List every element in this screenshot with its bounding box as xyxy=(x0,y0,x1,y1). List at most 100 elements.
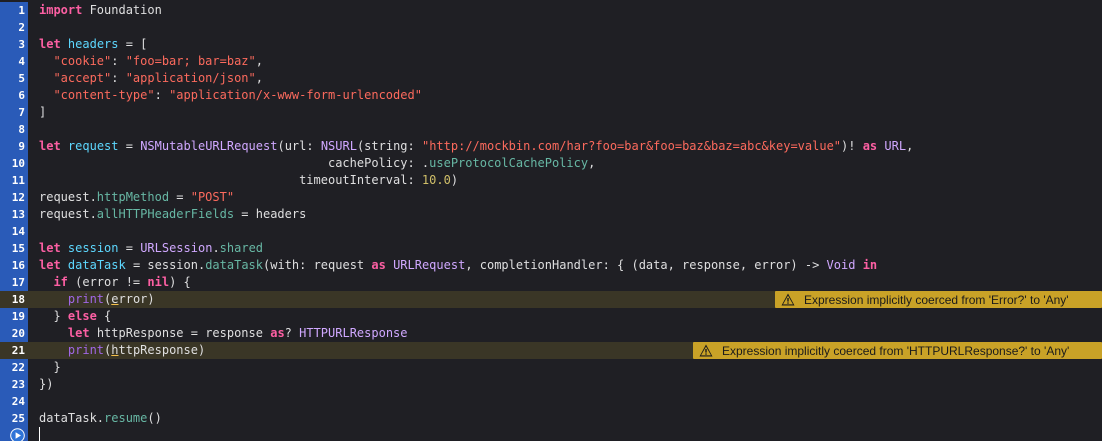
code-text[interactable]: "accept": "application/json", xyxy=(39,70,263,87)
code-token: : xyxy=(154,88,170,102)
line-number[interactable]: 20 xyxy=(0,325,25,342)
line-number[interactable]: 25 xyxy=(0,410,25,427)
code-line[interactable]: 6 "content-type": "application/x-www-for… xyxy=(0,87,1102,104)
run-marker-icon[interactable] xyxy=(10,428,25,441)
code-text[interactable]: print(httpResponse) xyxy=(39,342,205,359)
code-line[interactable]: 17 if (error != nil) { xyxy=(0,274,1102,291)
code-line[interactable]: 16 let dataTask = session.dataTask(with: … xyxy=(0,257,1102,274)
code-text[interactable]: }) xyxy=(39,376,53,393)
warning-banner[interactable]: Expression implicitly coerced from 'Erro… xyxy=(775,291,1102,308)
code-text[interactable]: "cookie": "foo=bar; bar=baz", xyxy=(39,53,263,70)
warning-banner[interactable]: Expression implicitly coerced from 'HTTP… xyxy=(693,342,1102,359)
code-text[interactable]: "content-type": "application/x-www-form-… xyxy=(39,87,421,104)
line-number[interactable]: 15 xyxy=(0,240,25,257)
code-token: headers xyxy=(67,37,119,51)
code-token: "cookie" xyxy=(53,54,112,68)
code-line[interactable]: 18 print(error) Expression implicitly coe… xyxy=(0,291,1102,308)
code-text[interactable]: } else { xyxy=(39,308,111,325)
code-line[interactable]: 9 let request = NSMutableURLRequest(url: … xyxy=(0,138,1102,155)
code-token: dataTask. xyxy=(39,411,105,425)
line-number[interactable]: 16 xyxy=(0,257,25,274)
code-line[interactable]: 7] xyxy=(0,104,1102,121)
code-text[interactable]: ] xyxy=(39,104,46,121)
line-number[interactable]: 19 xyxy=(0,308,25,325)
code-line[interactable]: 23}) xyxy=(0,376,1102,393)
code-text[interactable]: } xyxy=(39,359,60,376)
text-cursor xyxy=(39,427,40,441)
code-line[interactable]: 1 import Foundation xyxy=(0,2,1102,19)
code-line[interactable]: 4 "cookie": "foo=bar; bar=baz", xyxy=(0,53,1102,70)
line-number[interactable]: 10 xyxy=(0,155,25,172)
code-token: . xyxy=(212,241,220,255)
code-line[interactable]: 25 dataTask.resume() xyxy=(0,410,1102,427)
code-line[interactable]: 13 request.allHTTPHeaderFields = headers xyxy=(0,206,1102,223)
line-number[interactable]: 22 xyxy=(0,359,25,376)
line-number[interactable]: 14 xyxy=(0,223,25,240)
code-text[interactable]: let dataTask = session.dataTask(with: re… xyxy=(39,257,877,274)
code-line[interactable]: 21 print(httpResponse) Expression implici… xyxy=(0,342,1102,359)
code-line[interactable]: 5 "accept": "application/json", xyxy=(0,70,1102,87)
code-token: allHTTPHeaderFields xyxy=(96,207,235,221)
code-line[interactable]: 14 xyxy=(0,223,1102,240)
code-text[interactable]: timeoutInterval: 10.0) xyxy=(39,172,458,189)
code-token: URLRequest xyxy=(393,258,466,272)
code-text[interactable]: print(error) xyxy=(39,291,155,308)
code-text[interactable]: request.allHTTPHeaderFields = headers xyxy=(39,206,306,223)
line-number[interactable]: 21 xyxy=(0,342,25,359)
line-number[interactable]: 6 xyxy=(0,87,25,104)
code-text[interactable]: request.httpMethod = "POST" xyxy=(39,189,234,206)
line-number[interactable]: 9 xyxy=(0,138,25,155)
code-token: "application/json" xyxy=(125,71,256,85)
line-number[interactable]: 2 xyxy=(0,19,25,36)
code-token: dataTask xyxy=(67,258,126,272)
line-number[interactable]: 17 xyxy=(0,274,25,291)
code-line[interactable]: 3 let headers = [ xyxy=(0,36,1102,53)
line-number[interactable]: 13 xyxy=(0,206,25,223)
line-number[interactable]: 8 xyxy=(0,121,25,138)
code-text[interactable]: import Foundation xyxy=(39,2,162,19)
code-token: h xyxy=(111,343,119,357)
code-line[interactable]: 2 xyxy=(0,19,1102,36)
code-line[interactable]: 10 cachePolicy: .useProtocolCachePolicy, xyxy=(0,155,1102,172)
code-text[interactable]: let session = URLSession.shared xyxy=(39,240,263,257)
line-number[interactable]: 23 xyxy=(0,376,25,393)
code-text[interactable]: let headers = [ xyxy=(39,36,147,53)
line-number[interactable]: 18 xyxy=(0,291,25,308)
code-line[interactable]: 8 xyxy=(0,121,1102,138)
code-token: rror) xyxy=(118,292,155,306)
code-token: as xyxy=(371,258,386,272)
code-lines[interactable]: 1 import Foundation 2 3 let headers = [4 "co… xyxy=(0,2,1102,441)
code-line-current[interactable] xyxy=(0,427,1102,441)
code-token: { xyxy=(96,309,112,323)
code-editor[interactable]: 1 import Foundation 2 3 let headers = [4 "co… xyxy=(0,0,1102,441)
line-number[interactable]: 11 xyxy=(0,172,25,189)
line-number[interactable]: 4 xyxy=(0,53,25,70)
code-line[interactable]: 12 request.httpMethod = "POST" xyxy=(0,189,1102,206)
code-line[interactable]: 20 let httpResponse = response as? HTTPU… xyxy=(0,325,1102,342)
line-number[interactable]: 24 xyxy=(0,393,25,410)
line-number[interactable]: 7 xyxy=(0,104,25,121)
code-line[interactable]: 11 timeoutInterval: 10.0) xyxy=(0,172,1102,189)
line-number[interactable]: 3 xyxy=(0,36,25,53)
code-text[interactable]: cachePolicy: .useProtocolCachePolicy, xyxy=(39,155,595,172)
code-text[interactable]: dataTask.resume() xyxy=(39,410,162,427)
line-number[interactable]: 5 xyxy=(0,70,25,87)
code-text[interactable]: let httpResponse = response as? HTTPURLR… xyxy=(39,325,408,342)
code-text[interactable]: let request = NSMutableURLRequest(url: N… xyxy=(39,138,913,155)
code-line[interactable]: 22 } xyxy=(0,359,1102,376)
code-token: URLSession xyxy=(140,241,213,255)
code-line[interactable]: 15 let session = URLSession.shared xyxy=(0,240,1102,257)
line-number[interactable]: 12 xyxy=(0,189,25,206)
code-line[interactable]: 24 xyxy=(0,393,1102,410)
line-number[interactable]: 1 xyxy=(0,2,25,19)
code-text[interactable]: if (error != nil) { xyxy=(39,274,190,291)
code-token: : xyxy=(111,54,126,68)
code-line[interactable]: 19 } else { xyxy=(0,308,1102,325)
code-token: }) xyxy=(39,377,54,391)
